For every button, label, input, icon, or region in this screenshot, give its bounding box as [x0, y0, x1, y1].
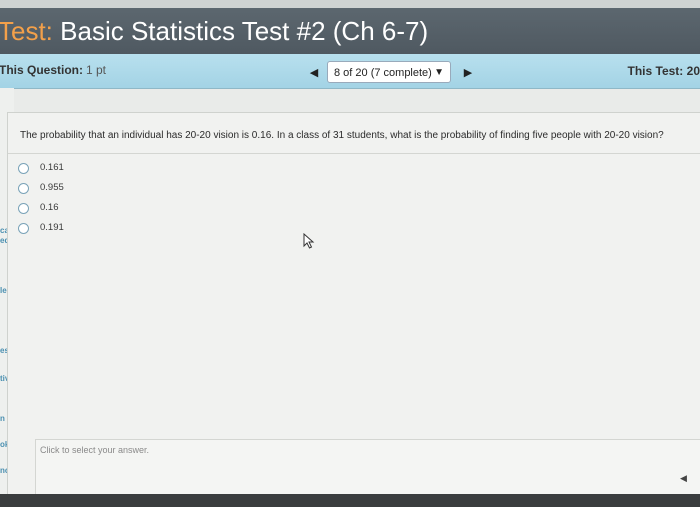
sidebar-item-6[interactable]: n: [0, 414, 5, 423]
radio-button[interactable]: [18, 223, 29, 234]
page-title: Test: Basic Statistics Test #2 (Ch 6-7): [0, 16, 428, 47]
answer-option-label: 0.16: [40, 202, 59, 213]
answer-option-label: 0.191: [40, 222, 64, 233]
prev-question-button[interactable]: ◀: [306, 66, 322, 80]
question-panel: The probability that an individual has 2…: [7, 112, 700, 496]
bottom-strip: [0, 494, 700, 507]
top-strip: [0, 0, 700, 8]
question-text: The probability that an individual has 2…: [20, 130, 664, 141]
answer-hint: Click to select your answer.: [40, 445, 150, 455]
this-test-value: 20: [686, 64, 700, 78]
next-question-button[interactable]: ▶: [460, 66, 476, 80]
radio-button[interactable]: [18, 203, 29, 214]
question-selector[interactable]: 8 of 20 (7 complete) ▼: [327, 61, 451, 83]
triangle-right-icon: ▶: [463, 67, 473, 79]
scroll-left-icon[interactable]: ◀: [680, 473, 687, 484]
answer-area[interactable]: Click to select your answer.: [35, 439, 700, 496]
this-test-label: This Test:: [627, 64, 684, 78]
this-question-label: This Question:: [0, 63, 83, 77]
mouse-pointer-icon: [303, 233, 315, 249]
question-divider: [8, 153, 700, 154]
radio-button[interactable]: [18, 183, 29, 194]
this-test-info: This Test: 20: [628, 64, 700, 78]
answer-option-label: 0.161: [40, 162, 64, 173]
question-points: 1 pt: [86, 63, 107, 77]
question-info: This Question: 1 pt: [0, 63, 106, 77]
radio-button[interactable]: [18, 163, 29, 174]
question-progress: 8 of 20 (7 complete): [334, 67, 432, 79]
title-prefix: Test:: [0, 16, 53, 46]
answer-option-label: 0.955: [40, 182, 64, 193]
title-bar: Test: Basic Statistics Test #2 (Ch 6-7): [0, 8, 700, 54]
triangle-left-icon: ◀: [309, 67, 319, 79]
triangle-down-icon: ▼: [434, 67, 444, 78]
title-text: Basic Statistics Test #2 (Ch 6-7): [52, 16, 429, 46]
